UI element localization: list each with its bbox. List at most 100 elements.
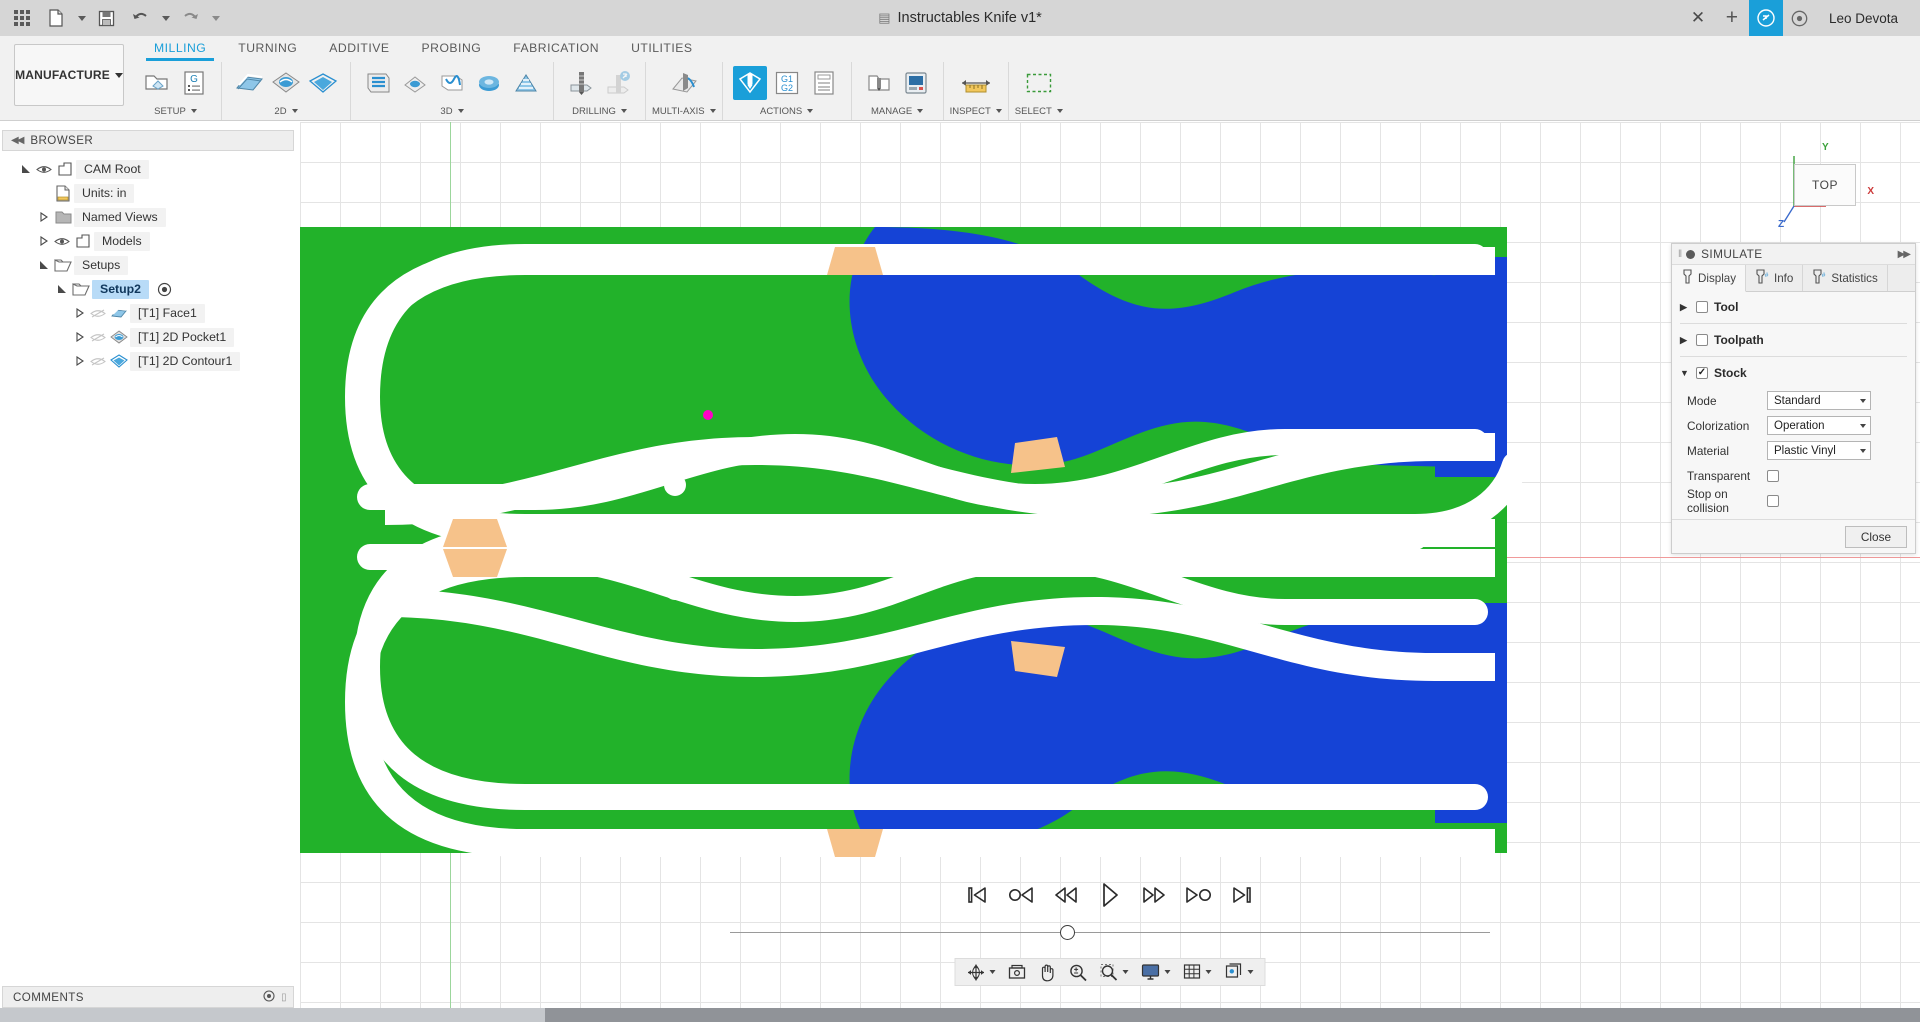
skip-to-end-button[interactable]: [1225, 878, 1259, 912]
tab-probing[interactable]: PROBING: [406, 38, 498, 60]
tree-item-models[interactable]: Models: [0, 229, 300, 253]
select-colorization[interactable]: Operation: [1767, 416, 1871, 435]
drag-grip-icon[interactable]: ‖: [1678, 249, 1682, 260]
undo-icon[interactable]: [124, 3, 156, 33]
panel-label-actions[interactable]: ACTIONS: [760, 104, 814, 118]
machine-library-icon[interactable]: [899, 66, 933, 100]
expand-arrow-closed-icon[interactable]: [72, 356, 88, 366]
tab-statistics[interactable]: # Statistics: [1803, 265, 1888, 291]
visibility-eye-off-icon[interactable]: [88, 332, 108, 343]
setup-icon[interactable]: [140, 66, 174, 100]
tab-milling[interactable]: MILLING: [138, 38, 222, 61]
undo-dropdown[interactable]: [158, 3, 172, 33]
tree-item-face1[interactable]: [T1] Face1: [0, 301, 300, 325]
parallel-icon[interactable]: [435, 66, 469, 100]
2d-contour-icon[interactable]: [306, 66, 340, 100]
swarf-icon[interactable]: [667, 66, 701, 100]
chevron-right-icon[interactable]: ▶: [1680, 335, 1690, 346]
grid-apps-icon[interactable]: [6, 3, 38, 33]
adaptive-clearing-icon[interactable]: [361, 66, 395, 100]
checkbox-tool[interactable]: [1696, 301, 1708, 313]
checkbox-stock[interactable]: [1696, 367, 1708, 379]
redo-dropdown[interactable]: [208, 3, 222, 33]
tree-item-cam-root[interactable]: CAM Root: [0, 157, 300, 181]
pocket-clearing-icon[interactable]: [398, 66, 432, 100]
comments-resize-grip-icon[interactable]: ▯: [281, 992, 287, 1003]
measure-icon[interactable]: [959, 66, 993, 100]
face-icon[interactable]: [232, 66, 266, 100]
tree-item-2d-contour1[interactable]: [T1] 2D Contour1: [0, 349, 300, 373]
expand-right-icon[interactable]: ▶▶: [1898, 249, 1911, 260]
save-icon[interactable]: [90, 3, 122, 33]
help-icon[interactable]: [1783, 0, 1817, 36]
panel-label-2d[interactable]: 2D: [274, 104, 298, 118]
select-mode[interactable]: Standard: [1767, 391, 1871, 410]
new-document-icon[interactable]: [40, 3, 72, 33]
expand-arrow-open-icon[interactable]: [18, 164, 34, 174]
visibility-eye-icon[interactable]: [52, 236, 72, 247]
tree-item-units[interactable]: Units: in: [0, 181, 300, 205]
comments-add-icon[interactable]: [263, 989, 275, 1005]
playback-progress-slider[interactable]: [730, 924, 1490, 942]
expand-arrow-closed-icon[interactable]: [72, 308, 88, 318]
look-at-button[interactable]: [1003, 960, 1032, 984]
chevron-down-icon[interactable]: ▼: [1680, 368, 1690, 378]
setup-sheet-icon[interactable]: [807, 66, 841, 100]
drill-icon[interactable]: [564, 66, 598, 100]
pan-hand-button[interactable]: [1034, 960, 1062, 984]
visibility-eye-off-icon[interactable]: [88, 308, 108, 319]
comments-panel-header[interactable]: COMMENTS ▯: [2, 986, 294, 1008]
visibility-eye-off-icon[interactable]: [88, 356, 108, 367]
panel-label-multi-axis[interactable]: MULTI-AXIS: [652, 104, 716, 118]
viewcube-face-top[interactable]: TOP: [1794, 164, 1856, 206]
checkbox-transparent[interactable]: [1767, 469, 1779, 482]
tab-turning[interactable]: TURNING: [222, 38, 313, 60]
panel-label-inspect[interactable]: INSPECT: [950, 104, 1002, 118]
viewports-button[interactable]: [1219, 960, 1259, 984]
panel-label-select[interactable]: SELECT: [1015, 104, 1063, 118]
orbit-button[interactable]: [962, 960, 1001, 984]
tab-utilities[interactable]: UTILITIES: [615, 38, 708, 60]
play-button[interactable]: [1093, 878, 1127, 912]
fast-forward-button[interactable]: [1137, 878, 1171, 912]
rewind-button[interactable]: [1049, 878, 1083, 912]
tab-info[interactable]: # Info: [1746, 265, 1804, 291]
zoom-button[interactable]: [1064, 960, 1093, 984]
close-button[interactable]: Close: [1845, 525, 1907, 548]
extension-icon[interactable]: [1748, 0, 1783, 36]
add-tab-icon[interactable]: +: [1715, 0, 1749, 36]
redo-icon[interactable]: [174, 3, 206, 33]
step-forward-circle-button[interactable]: [1181, 878, 1215, 912]
simulate-icon[interactable]: [732, 66, 767, 100]
expand-arrow-closed-icon[interactable]: [36, 236, 52, 246]
panel-label-3d[interactable]: 3D: [440, 104, 464, 118]
tree-item-named-views[interactable]: Named Views: [0, 205, 300, 229]
section-stock[interactable]: ▼ Stock: [1672, 358, 1915, 388]
workspace-selector[interactable]: MANUFACTURE: [14, 44, 124, 106]
view-cube[interactable]: Y X Z TOP: [1778, 142, 1874, 234]
step-back-circle-button[interactable]: [1005, 878, 1039, 912]
visibility-eye-icon[interactable]: [34, 164, 54, 175]
nc-program-icon[interactable]: G: [177, 66, 211, 100]
zoom-window-button[interactable]: [1095, 960, 1134, 984]
panel-label-setup[interactable]: SETUP: [154, 104, 197, 118]
expand-arrow-open-icon[interactable]: [36, 260, 52, 270]
section-toolpath[interactable]: ▶ Toolpath: [1672, 325, 1915, 355]
close-icon[interactable]: ✕: [1681, 0, 1715, 36]
expand-arrow-closed-icon[interactable]: [36, 212, 52, 222]
expand-arrow-closed-icon[interactable]: [72, 332, 88, 342]
simulate-dialog-header[interactable]: ‖ SIMULATE ▶▶: [1672, 244, 1915, 265]
checkbox-toolpath[interactable]: [1696, 334, 1708, 346]
playback-slider-knob[interactable]: [1060, 925, 1075, 940]
skip-to-start-button[interactable]: [961, 878, 995, 912]
spiral-icon[interactable]: [509, 66, 543, 100]
new-document-dropdown[interactable]: [74, 3, 88, 33]
checkbox-stop-on-collision[interactable]: [1767, 494, 1779, 507]
panel-label-drilling[interactable]: DRILLING: [572, 104, 627, 118]
collapse-left-icon[interactable]: ◀◀: [11, 135, 24, 146]
minimize-icon[interactable]: [1686, 249, 1696, 259]
tab-additive[interactable]: ADDITIVE: [313, 38, 405, 60]
target-icon[interactable]: [153, 282, 175, 297]
2d-pocket-icon[interactable]: [269, 66, 303, 100]
horizontal-scrollbar-thumb[interactable]: [0, 1008, 545, 1022]
